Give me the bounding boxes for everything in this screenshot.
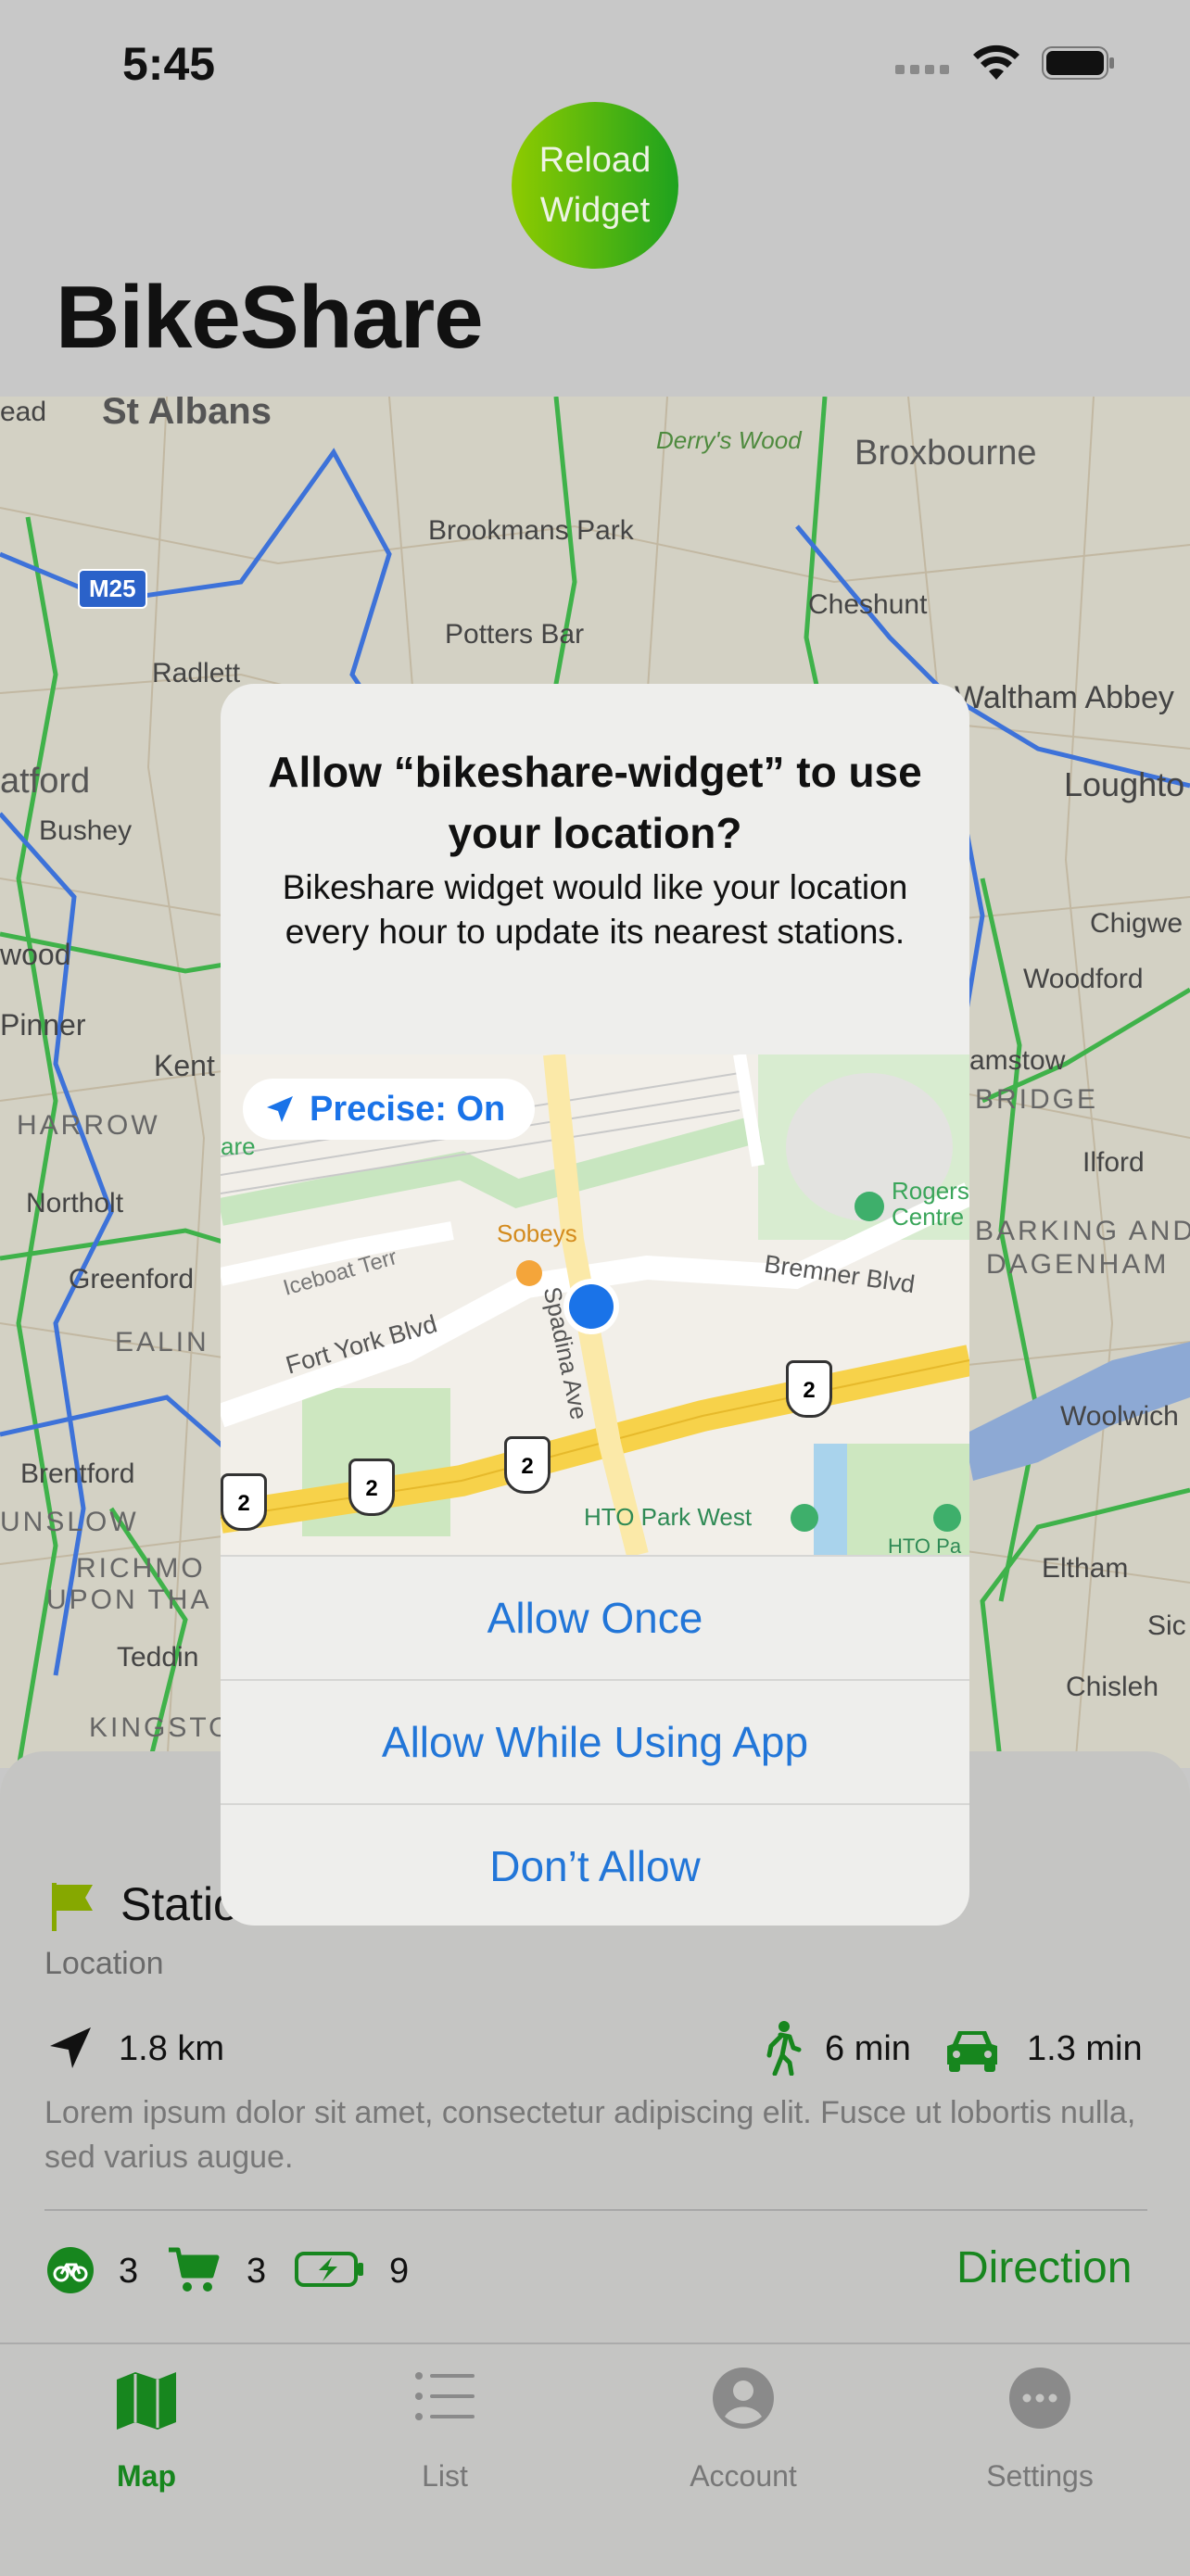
map-label: Bushey bbox=[39, 815, 133, 846]
bikes-count: 3 bbox=[119, 2252, 139, 2291]
map-label: EALIN bbox=[115, 1327, 209, 1357]
map-label: Rogers bbox=[892, 1177, 969, 1205]
cellular-signal-icon bbox=[895, 65, 949, 74]
alert-title: Allow “bikeshare-widget” to use your loc… bbox=[268, 748, 922, 857]
map-label: Chigwe bbox=[1090, 908, 1184, 939]
map-label: St Albans bbox=[102, 397, 272, 432]
map-label: BRIDGE bbox=[975, 1084, 1099, 1115]
map-label: Woolwich bbox=[1060, 1401, 1179, 1432]
map-label: RICHMO bbox=[76, 1553, 206, 1584]
reload-label-line1: Reload bbox=[538, 141, 652, 180]
reload-widget-button[interactable]: Reload Widget bbox=[512, 102, 678, 269]
map-label: are bbox=[221, 1132, 256, 1160]
map-label: BARKING AND bbox=[975, 1216, 1190, 1246]
map-label: HTO Park West bbox=[584, 1503, 753, 1531]
allow-while-using-button[interactable]: Allow While Using App bbox=[221, 1679, 969, 1803]
allow-once-button[interactable]: Allow Once bbox=[221, 1555, 969, 1679]
map-label: UPON THA bbox=[46, 1585, 212, 1615]
status-icons bbox=[895, 44, 1116, 82]
map-label: Brentford bbox=[20, 1458, 135, 1489]
map-label: Sic bbox=[1147, 1610, 1186, 1641]
battery-charging-icon bbox=[295, 2252, 363, 2287]
settings-icon bbox=[1009, 2368, 1070, 2429]
location-permission-alert: Allow “bikeshare-widget” to use your loc… bbox=[221, 684, 969, 1926]
walk-time: 6 min bbox=[825, 2029, 911, 2068]
status-time: 5:45 bbox=[122, 38, 216, 90]
walking-icon bbox=[766, 2021, 802, 2076]
alert-message: Bikeshare widget would like your locatio… bbox=[282, 868, 908, 951]
map-label: HARROW bbox=[17, 1110, 160, 1141]
map-label: Loughto bbox=[1064, 765, 1185, 803]
map-label: atford bbox=[0, 762, 91, 801]
map-label: Eltham bbox=[1042, 1553, 1129, 1584]
map-label: DAGENHAM bbox=[986, 1249, 1170, 1280]
tab-label-map: Map bbox=[117, 2459, 176, 2493]
direction-button[interactable]: Direction bbox=[956, 2242, 1132, 2293]
map-label: Sobeys bbox=[497, 1219, 577, 1247]
map-label: Teddin bbox=[117, 1642, 199, 1673]
tab-bar: Map List Account Settings bbox=[0, 2342, 1190, 2576]
account-icon bbox=[713, 2368, 774, 2429]
map-label: UNSLOW bbox=[0, 1507, 139, 1537]
precise-location-toggle[interactable]: Precise: On bbox=[243, 1079, 536, 1140]
highway-shield: 2 bbox=[504, 1436, 551, 1494]
alert-location-map: Precise: On are Sobeys Iceboat Terr Fort… bbox=[221, 1054, 969, 1555]
car-icon bbox=[947, 2031, 997, 2072]
map-label: Chisleh bbox=[1066, 1672, 1159, 1702]
map-label: amstow bbox=[969, 1045, 1066, 1076]
station-description: Lorem ipsum dolor sit amet, consectetur … bbox=[44, 2095, 1136, 2175]
m25-badge: M25 bbox=[78, 569, 147, 609]
drive-time: 1.3 min bbox=[1027, 2029, 1143, 2068]
reload-label-line2: Widget bbox=[539, 191, 651, 230]
map-label: Broxbourne bbox=[855, 434, 1037, 473]
map-label: ead bbox=[0, 397, 47, 427]
ebikes-count: 9 bbox=[389, 2252, 410, 2291]
divider bbox=[44, 2209, 1147, 2211]
tab-label-list: List bbox=[422, 2459, 468, 2493]
map-label: Derry's Wood bbox=[656, 426, 802, 454]
station-location-label: Location bbox=[44, 1946, 164, 1981]
map-icon bbox=[117, 2372, 176, 2430]
map-label: Greenford bbox=[69, 1264, 195, 1294]
station-distance: 1.8 km bbox=[119, 2029, 225, 2068]
map-label: Centre bbox=[892, 1203, 965, 1231]
map-label: Cheshunt bbox=[808, 589, 928, 620]
map-label: Northolt bbox=[26, 1188, 124, 1219]
map-label: wood bbox=[0, 938, 71, 971]
cart-icon bbox=[169, 2247, 220, 2292]
map-label: KINGSTO bbox=[89, 1712, 234, 1743]
highway-shield: 2 bbox=[348, 1458, 395, 1516]
highway-shield: 2 bbox=[221, 1473, 267, 1531]
page-title: BikeShare bbox=[56, 268, 484, 367]
bike-icon bbox=[47, 2247, 94, 2293]
list-icon bbox=[415, 2372, 475, 2420]
map-label: Woodford bbox=[1023, 964, 1144, 994]
tab-label-account: Account bbox=[690, 2459, 797, 2493]
map-label: Brookmans Park bbox=[428, 515, 634, 546]
wifi-icon bbox=[973, 44, 1019, 80]
navigation-arrow-icon bbox=[50, 2027, 91, 2068]
map-label: Waltham Abbey bbox=[955, 680, 1174, 715]
map-label: Kent bbox=[154, 1049, 215, 1082]
map-label: Ilford bbox=[1082, 1147, 1145, 1178]
precise-label: Precise: On bbox=[310, 1089, 506, 1129]
map-label: Radlett bbox=[152, 658, 241, 688]
location-arrow-icon bbox=[267, 1096, 293, 1122]
docks-count: 3 bbox=[247, 2252, 267, 2291]
highway-shield: 2 bbox=[786, 1360, 832, 1418]
map-label: HTO Pa bbox=[888, 1534, 962, 1555]
dont-allow-button[interactable]: Don’t Allow bbox=[221, 1803, 969, 1926]
map-label: Pinner bbox=[0, 1008, 86, 1042]
map-label: Potters Bar bbox=[445, 619, 585, 650]
tab-label-settings: Settings bbox=[986, 2459, 1094, 2493]
battery-icon bbox=[1042, 46, 1114, 80]
flag-icon bbox=[52, 1883, 93, 1931]
